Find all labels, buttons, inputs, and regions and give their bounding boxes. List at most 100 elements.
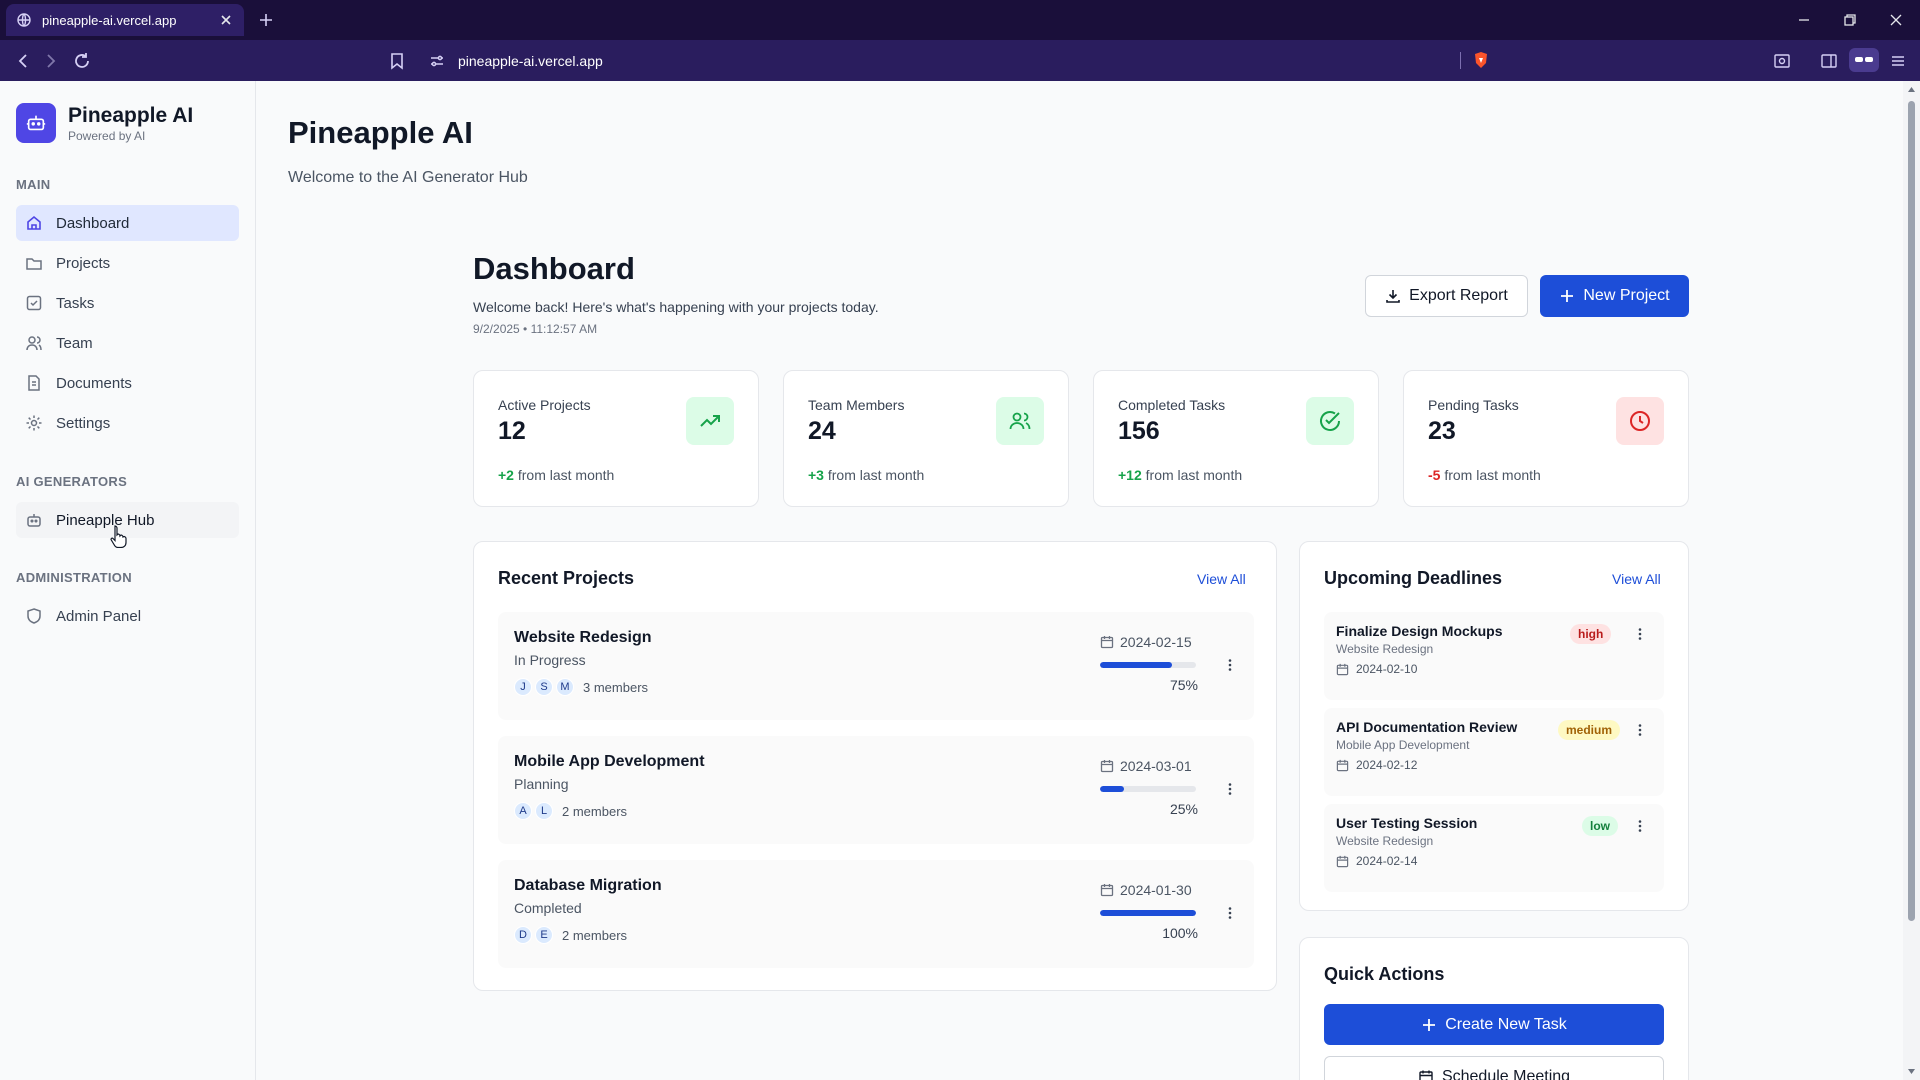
stat-change: +2 from last month xyxy=(498,467,614,483)
scroll-thumb[interactable] xyxy=(1908,101,1915,921)
sidebar-item-projects[interactable]: Projects xyxy=(16,245,239,281)
project-due-date: 2024-03-01 xyxy=(1100,758,1192,774)
deadline-date: 2024-02-14 xyxy=(1336,854,1417,868)
member-count: 2 members xyxy=(562,803,628,819)
stat-card-pending-tasks: Pending Tasks 23 -5 from last month xyxy=(1403,370,1689,507)
project-status: Planning xyxy=(514,776,569,792)
section-label-administration: ADMINISTRATION xyxy=(16,570,132,585)
more-options-icon[interactable] xyxy=(1222,781,1238,797)
reload-icon[interactable] xyxy=(71,50,93,72)
sidebar-toggle-icon[interactable] xyxy=(1819,51,1839,71)
more-options-icon[interactable] xyxy=(1632,722,1648,738)
menu-icon[interactable] xyxy=(1888,51,1908,71)
brand-name: Pineapple AI xyxy=(68,103,194,127)
globe-icon xyxy=(16,12,32,28)
project-due-date: 2024-02-15 xyxy=(1100,634,1192,650)
create-new-task-button[interactable]: Create New Task xyxy=(1324,1004,1664,1045)
new-project-label: New Project xyxy=(1583,287,1670,304)
browser-tab[interactable]: pineapple-ai.vercel.app xyxy=(6,4,244,36)
sidebar-item-dashboard[interactable]: Dashboard xyxy=(16,205,239,241)
deadline-item[interactable]: User Testing Session Website Redesign 20… xyxy=(1324,804,1664,892)
recent-projects-view-all-link[interactable]: View All xyxy=(1197,571,1246,587)
back-icon[interactable] xyxy=(12,50,34,72)
sidebar-item-label: Team xyxy=(56,334,93,352)
address-bar[interactable]: pineapple-ai.vercel.app xyxy=(418,46,1498,75)
project-members: J S M 3 members xyxy=(514,678,648,696)
progress-fill xyxy=(1100,662,1172,668)
brave-shield-icon[interactable] xyxy=(1471,50,1491,70)
stat-label: Completed Tasks xyxy=(1118,397,1226,413)
brand[interactable]: Pineapple AI Powered by AI xyxy=(16,103,193,143)
scroll-down-icon[interactable] xyxy=(1907,1067,1916,1076)
deadline-date-text: 2024-02-14 xyxy=(1356,854,1418,868)
avatar: A xyxy=(514,802,532,820)
main-content: Pineapple AI Welcome to the AI Generator… xyxy=(257,81,1903,1080)
site-settings-icon[interactable] xyxy=(428,52,446,70)
project-row[interactable]: Database Migration Completed D E 2 membe… xyxy=(498,860,1254,968)
sidebar-item-team[interactable]: Team xyxy=(16,325,239,361)
extension-icon[interactable] xyxy=(1849,48,1879,72)
priority-badge: high xyxy=(1570,624,1612,644)
more-options-icon[interactable] xyxy=(1222,657,1238,673)
trending-up-icon xyxy=(686,397,734,445)
users-icon xyxy=(996,397,1044,445)
close-window-icon[interactable] xyxy=(1886,10,1906,30)
new-project-button[interactable]: New Project xyxy=(1540,275,1689,317)
stat-label: Active Projects xyxy=(498,397,591,413)
project-name: Website Redesign xyxy=(514,629,652,646)
deadline-project: Website Redesign xyxy=(1336,834,1434,848)
deadline-date: 2024-02-10 xyxy=(1336,662,1417,676)
quick-actions-card: Quick Actions Create New Task Schedule M… xyxy=(1299,937,1689,1080)
calendar-icon xyxy=(1336,855,1349,867)
scroll-up-icon[interactable] xyxy=(1907,85,1916,94)
export-report-button[interactable]: Export Report xyxy=(1365,275,1528,317)
member-count: 3 members xyxy=(583,679,649,695)
url-text: pineapple-ai.vercel.app xyxy=(458,52,603,69)
priority-badge: medium xyxy=(1558,720,1621,740)
sidebar-item-admin-panel[interactable]: Admin Panel xyxy=(16,598,239,634)
sidebar-item-label: Projects xyxy=(56,254,111,272)
stat-card-team-members: Team Members 24 +3 from last month xyxy=(783,370,1069,507)
stat-label: Pending Tasks xyxy=(1428,397,1519,413)
bot-icon xyxy=(25,511,43,529)
deadlines-view-all-link[interactable]: View All xyxy=(1612,571,1661,587)
sidebar-item-documents[interactable]: Documents xyxy=(16,365,239,401)
schedule-meeting-button[interactable]: Schedule Meeting xyxy=(1324,1056,1664,1080)
sidebar-item-label: Documents xyxy=(56,374,132,392)
url-divider xyxy=(1460,52,1461,69)
quick-actions-title: Quick Actions xyxy=(1324,964,1445,984)
more-options-icon[interactable] xyxy=(1632,818,1648,834)
deadline-item[interactable]: Finalize Design Mockups Website Redesign… xyxy=(1324,612,1664,700)
new-tab-icon[interactable] xyxy=(256,10,276,30)
project-row[interactable]: Website Redesign In Progress J S M 3 mem… xyxy=(498,612,1254,720)
stat-change-amount: +3 xyxy=(808,467,824,483)
close-tab-icon[interactable] xyxy=(218,12,234,28)
restore-icon[interactable] xyxy=(1840,10,1860,30)
users-icon xyxy=(25,334,43,352)
stat-change-suffix: from last month xyxy=(1141,467,1243,483)
gear-icon xyxy=(25,414,43,432)
project-row[interactable]: Mobile App Development Planning A L 2 me… xyxy=(498,736,1254,844)
upcoming-deadlines-card: Upcoming Deadlines View All Finalize Des… xyxy=(1299,541,1689,911)
deadline-item[interactable]: API Documentation Review Mobile App Deve… xyxy=(1324,708,1664,796)
progress-bar xyxy=(1100,786,1196,792)
project-members: A L 2 members xyxy=(514,802,627,820)
bookmark-icon[interactable] xyxy=(386,50,408,72)
progress-fill xyxy=(1100,786,1124,792)
page-scrollbar[interactable] xyxy=(1903,81,1920,1080)
stat-change: +3 from last month xyxy=(808,467,924,483)
deadline-name: Finalize Design Mockups xyxy=(1336,623,1503,639)
forward-icon[interactable] xyxy=(40,50,62,72)
progress-bar xyxy=(1100,910,1196,916)
brand-logo-bot-icon xyxy=(16,103,56,143)
minimize-icon[interactable] xyxy=(1794,10,1814,30)
more-options-icon[interactable] xyxy=(1222,905,1238,921)
sidebar-item-settings[interactable]: Settings xyxy=(16,405,239,441)
screenshot-icon[interactable] xyxy=(1772,51,1792,71)
member-count: 2 members xyxy=(562,927,628,943)
check-square-icon xyxy=(25,294,43,312)
stat-label: Team Members xyxy=(808,397,905,413)
more-options-icon[interactable] xyxy=(1632,626,1648,642)
calendar-icon xyxy=(1100,760,1114,773)
sidebar-item-tasks[interactable]: Tasks xyxy=(16,285,239,321)
